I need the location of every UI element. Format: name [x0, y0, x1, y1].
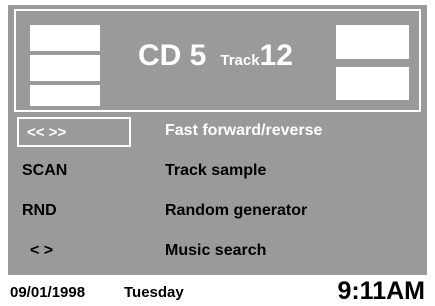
right-softkey-top[interactable] — [336, 25, 409, 59]
music-search-button[interactable]: < > — [30, 242, 53, 260]
menu-item-music-search[interactable]: < > Music search — [8, 232, 427, 272]
menu-item-scan[interactable]: SCAN Track sample — [8, 152, 427, 192]
left-softkey-bottom[interactable] — [30, 85, 100, 106]
menu-item-description: Track sample — [165, 162, 267, 179]
random-button[interactable]: RND — [22, 202, 57, 220]
now-playing-header: CD 5 Track12 — [14, 9, 421, 112]
scan-button[interactable]: SCAN — [22, 162, 67, 180]
clock-display: 9:11AM — [337, 277, 425, 305]
left-softkey-top[interactable] — [30, 25, 100, 51]
track-number: 12 — [259, 39, 293, 72]
status-bar: 09/01/1998 Tuesday 9:11AM — [0, 275, 435, 305]
now-playing-info: CD 5 Track12 — [138, 39, 293, 73]
menu-item-description: Random generator — [165, 202, 308, 219]
fast-forward-reverse-button[interactable]: << >> — [17, 117, 131, 147]
menu-item-description: Fast forward/reverse — [165, 122, 323, 139]
right-softkey-bottom[interactable] — [336, 67, 409, 100]
cd-player-screen: CD 5 Track12 << >> Fast forward/reverse S… — [8, 5, 427, 275]
day-display: Tuesday — [124, 284, 184, 301]
menu-item-description: Music search — [165, 242, 267, 259]
left-softkey-middle[interactable] — [30, 55, 100, 81]
date-display: 09/01/1998 — [10, 284, 86, 301]
track-label: Track — [220, 52, 260, 69]
cd-number: CD 5 — [138, 39, 207, 72]
menu-item-fast-forward[interactable]: << >> Fast forward/reverse — [8, 112, 427, 152]
menu-item-random[interactable]: RND Random generator — [8, 192, 427, 232]
